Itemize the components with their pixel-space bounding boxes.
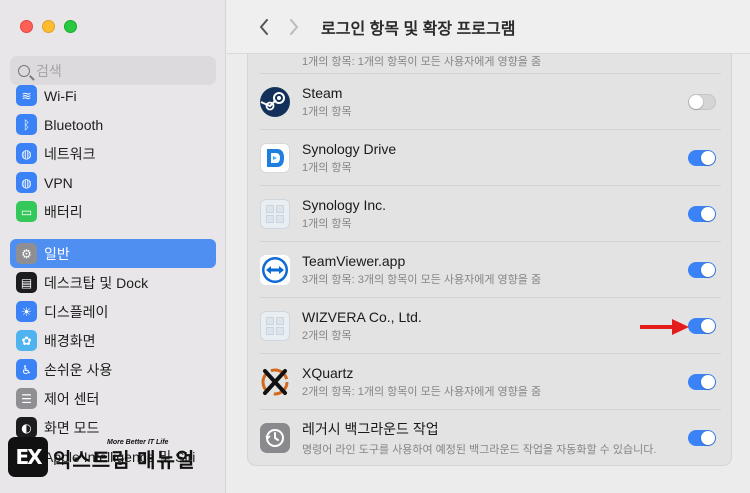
- sidebar-item-desktop-dock[interactable]: ▤ 데스크탑 및 Dock: [10, 268, 216, 297]
- sidebar-item-label: 배경화면: [44, 332, 96, 349]
- item-subtitle: 1개의 항목: [302, 106, 352, 118]
- sidebar-item-label: Wi-Fi: [44, 87, 77, 104]
- sidebar-item-battery[interactable]: ▭ 배터리: [10, 197, 216, 226]
- sidebar-item-label: VPN: [44, 174, 73, 191]
- bluetooth-icon: ᛒ: [16, 114, 37, 135]
- sidebar-item-label: 일반: [44, 245, 70, 262]
- sidebar-item-bluetooth[interactable]: ᛒ Bluetooth: [10, 110, 216, 139]
- steam-toggle[interactable]: [688, 94, 716, 110]
- sidebar-item-label: 데스크탑 및 Dock: [44, 274, 149, 291]
- legacy-background-toggle[interactable]: [688, 430, 716, 446]
- teamviewer-toggle[interactable]: [688, 262, 716, 278]
- list-item-synology-drive: Synology Drive 1개의 항목: [248, 130, 731, 186]
- sidebar-item-label: 네트워크: [44, 145, 96, 162]
- page-title: 로그인 항목 및 확장 프로그램: [321, 20, 516, 38]
- close-button[interactable]: [20, 20, 33, 33]
- item-name: XQuartz: [302, 365, 354, 381]
- sidebar-item-control-center[interactable]: ☰ 제어 센터: [10, 384, 216, 413]
- synology-drive-toggle[interactable]: [688, 150, 716, 166]
- list-item-teamviewer: TeamViewer.app 3개의 항목: 3개의 항목이 모든 사용자에게 …: [248, 242, 731, 298]
- arrow-annotation-icon: [640, 319, 689, 335]
- sidebar-item-label: Bluetooth: [44, 116, 104, 133]
- forward-button[interactable]: [279, 12, 309, 42]
- item-name: Synology Drive: [302, 141, 397, 157]
- globe-icon: ◍: [16, 143, 37, 164]
- sidebar-item-label: 손쉬운 사용: [44, 361, 113, 378]
- sidebar-nav: ≋ Wi-Fi ᛒ Bluetooth ◍ 네트워크 ◍ VPN ▭ 배터리 ⚙…: [10, 81, 216, 471]
- sidebar-item-general[interactable]: ⚙ 일반: [10, 239, 216, 268]
- sidebar-item-wallpaper[interactable]: ✿ 배경화면: [10, 326, 216, 355]
- legacy-background-icon: [260, 423, 290, 453]
- battery-icon: ▭: [16, 201, 37, 222]
- accessibility-icon: ♿: [16, 359, 37, 380]
- toolbar: 로그인 항목 및 확장 프로그램: [227, 0, 750, 54]
- item-name: 레거시 백그라운드 작업: [302, 421, 439, 437]
- sidebar-item-vpn[interactable]: ◍ VPN: [10, 168, 216, 197]
- sidebar-item-label: 배터리: [44, 203, 83, 220]
- sidebar: ≋ Wi-Fi ᛒ Bluetooth ◍ 네트워크 ◍ VPN ▭ 배터리 ⚙…: [0, 0, 226, 493]
- sun-icon: ☀: [16, 301, 37, 322]
- chevron-right-icon: [290, 18, 298, 35]
- sidebar-item-wifi[interactable]: ≋ Wi-Fi: [10, 81, 216, 110]
- steam-icon: [260, 87, 290, 117]
- back-button[interactable]: [249, 12, 279, 42]
- list-item-steam: Steam 1개의 항목: [248, 74, 731, 130]
- item-name: Steam: [302, 85, 343, 101]
- window-controls: [20, 20, 77, 33]
- flower-icon: ✿: [16, 330, 37, 351]
- watermark: EX More Better IT Life 익스트림 매뉴얼: [8, 437, 195, 477]
- item-subtitle: 3개의 항목: 3개의 항목이 모든 사용자에게 영향을 줌: [302, 274, 542, 286]
- item-name: Synology Inc.: [302, 197, 387, 213]
- sidebar-item-label: 디스플레이: [44, 303, 109, 320]
- dock-icon: ▤: [16, 272, 37, 293]
- zoom-button[interactable]: [64, 20, 77, 33]
- list-item-legacy-background: 레거시 백그라운드 작업 명령어 라인 도구를 사용하여 예정된 백그라운드 작…: [248, 410, 731, 465]
- list-item-xquartz: XQuartz 2개의 항목: 1개의 항목이 모든 사용자에게 영향을 줌: [248, 354, 731, 410]
- toggles-icon: ☰: [16, 388, 37, 409]
- generic-app-icon: [260, 311, 290, 341]
- xquartz-icon: [260, 367, 290, 397]
- synology-inc-toggle[interactable]: [688, 206, 716, 222]
- gear-icon: ⚙: [16, 243, 37, 264]
- watermark-logo: EX: [8, 437, 48, 477]
- item-subtitle: 2개의 항목: [302, 330, 352, 342]
- sidebar-item-accessibility[interactable]: ♿ 손쉬운 사용: [10, 355, 216, 384]
- item-subtitle: 1개의 항목: [302, 218, 352, 230]
- sidebar-item-label: 제어 센터: [44, 390, 100, 407]
- appearance-icon: ◐: [16, 417, 37, 438]
- chevron-left-icon: [260, 18, 268, 35]
- sidebar-item-displays[interactable]: ☀ 디스플레이: [10, 297, 216, 326]
- sidebar-item-label: 화면 모드: [44, 419, 100, 436]
- minimize-button[interactable]: [42, 20, 55, 33]
- search-input[interactable]: [36, 62, 196, 79]
- xquartz-toggle[interactable]: [688, 374, 716, 390]
- item-subtitle: 1개의 항목: 1개의 항목이 모든 사용자에게 영향을 줌: [302, 56, 542, 68]
- item-name: WIZVERA Co., Ltd.: [302, 309, 422, 325]
- sidebar-item-network[interactable]: ◍ 네트워크: [10, 139, 216, 168]
- list-item: 1개의 항목: 1개의 항목이 모든 사용자에게 영향을 줌: [248, 54, 731, 74]
- login-items-list: 1개의 항목: 1개의 항목이 모든 사용자에게 영향을 줌 Steam 1개의…: [247, 54, 732, 466]
- search-icon: [18, 64, 30, 77]
- wizvera-toggle[interactable]: [688, 318, 716, 334]
- list-item-synology-inc: Synology Inc. 1개의 항목: [248, 186, 731, 242]
- globe-icon: ◍: [16, 172, 37, 193]
- main-content: 로그인 항목 및 확장 프로그램 1개의 항목: 1개의 항목이 모든 사용자에…: [227, 0, 750, 493]
- item-subtitle: 명령어 라인 도구를 사용하여 예정된 백그라운드 작업을 자동화할 수 있습니…: [302, 444, 657, 456]
- item-name: TeamViewer.app: [302, 253, 406, 269]
- wifi-icon: ≋: [16, 85, 37, 106]
- item-subtitle: 2개의 항목: 1개의 항목이 모든 사용자에게 영향을 줌: [302, 386, 542, 398]
- synology-drive-icon: [260, 143, 290, 173]
- generic-app-icon: [260, 199, 290, 229]
- item-subtitle: 1개의 항목: [302, 162, 352, 174]
- teamviewer-icon: [260, 255, 290, 285]
- watermark-title: 익스트림 매뉴얼: [53, 450, 196, 472]
